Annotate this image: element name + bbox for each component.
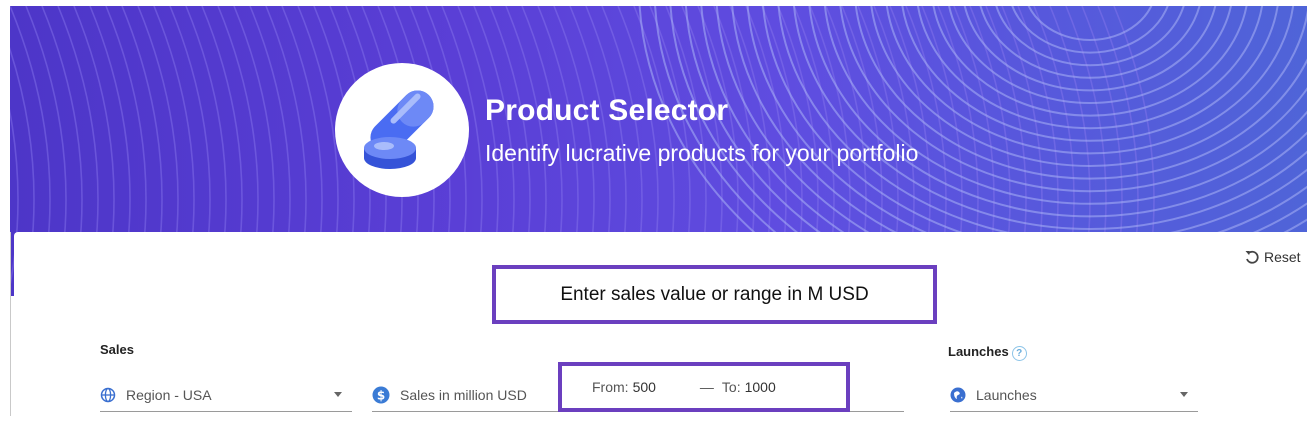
sales-to-input[interactable]: 1000	[745, 379, 776, 395]
region-select-value: Region - USA	[126, 386, 212, 403]
launches-section-label: Launches ?	[948, 342, 1027, 361]
launches-select[interactable]: Launches	[950, 378, 1198, 412]
launch-globe-icon	[950, 387, 966, 402]
globe-icon	[100, 387, 116, 402]
launches-label-text: Launches	[948, 344, 1009, 359]
launches-select-value: Launches	[976, 386, 1037, 403]
banner-ring	[1027, 6, 1153, 41]
reset-arrow-icon	[1245, 250, 1259, 264]
left-divider	[10, 232, 11, 416]
page: Product Selector Identify lucrative prod…	[0, 0, 1307, 440]
from-label: From:	[592, 379, 629, 395]
instruction-callout: Enter sales value or range in M USD	[492, 265, 937, 324]
banner-ring	[979, 6, 1201, 79]
svg-text:$: $	[377, 388, 385, 402]
product-logo	[335, 63, 469, 197]
page-subtitle: Identify lucrative products for your por…	[485, 140, 919, 166]
chevron-down-icon	[334, 392, 342, 397]
pill-capsule-icon	[364, 90, 434, 169]
to-label: To:	[721, 379, 741, 395]
sales-range-inputs: From: 500 — To: 1000	[558, 362, 850, 412]
callout-text: Enter sales value or range in M USD	[560, 283, 869, 305]
help-icon[interactable]: ?	[1011, 346, 1027, 361]
sales-from-input[interactable]: 500	[633, 379, 656, 395]
range-separator: —	[699, 379, 714, 395]
banner-ring	[948, 6, 1232, 104]
reset-button[interactable]: Reset	[1244, 249, 1301, 265]
page-title: Product Selector	[485, 94, 729, 127]
region-select[interactable]: Region - USA	[100, 378, 352, 412]
sales-field-label: Sales in million USD	[400, 386, 527, 403]
reset-label: Reset	[1264, 249, 1301, 265]
chevron-down-icon	[1180, 392, 1188, 397]
sales-section-label: Sales	[100, 342, 134, 357]
dollar-circle-icon: $	[372, 386, 390, 403]
banner-ring	[870, 6, 1307, 167]
